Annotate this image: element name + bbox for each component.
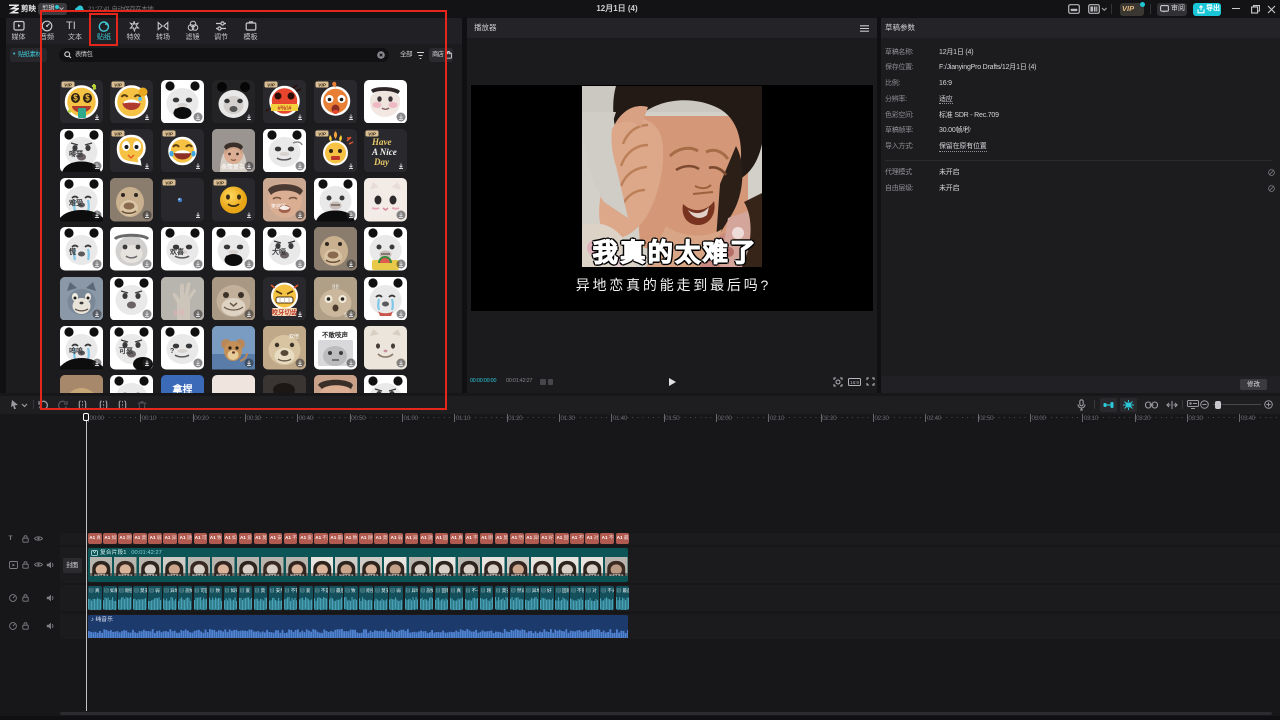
svg-text:描述文本字: 描述文本字: [462, 573, 477, 576]
svg-text:描述文本字: 描述文本字: [560, 573, 575, 576]
svg-text:描述文本字: 描述文本字: [388, 573, 403, 576]
svg-text:描述文本字: 描述文本字: [339, 573, 354, 576]
svg-text:描述文本字: 描述文本字: [314, 573, 329, 576]
svg-text:描述文本字: 描述文本字: [535, 573, 550, 576]
svg-text:描述文本字: 描述文本字: [93, 573, 108, 576]
svg-text:描述文本字: 描述文本字: [437, 573, 452, 576]
svg-text:描述文本字: 描述文本字: [118, 573, 133, 576]
svg-text:描述文本字: 描述文本字: [290, 573, 305, 576]
svg-text:描述文本字: 描述文本字: [584, 573, 599, 576]
svg-text:描述文本字: 描述文本字: [192, 573, 207, 576]
svg-text:描述文本字: 描述文本字: [241, 573, 256, 576]
svg-text:描述文本字: 描述文本字: [216, 573, 231, 576]
svg-text:描述文本字: 描述文本字: [486, 573, 501, 576]
svg-text:描述文本字: 描述文本字: [511, 573, 526, 576]
svg-text:描述文本字: 描述文本字: [413, 573, 428, 576]
svg-text:描述文本字: 描述文本字: [364, 573, 379, 576]
svg-text:描述文本字: 描述文本字: [609, 573, 624, 576]
svg-text:描述文本字: 描述文本字: [167, 573, 182, 576]
svg-text:描述文本字: 描述文本字: [265, 573, 280, 576]
svg-text:描述文本字: 描述文本字: [143, 573, 158, 576]
